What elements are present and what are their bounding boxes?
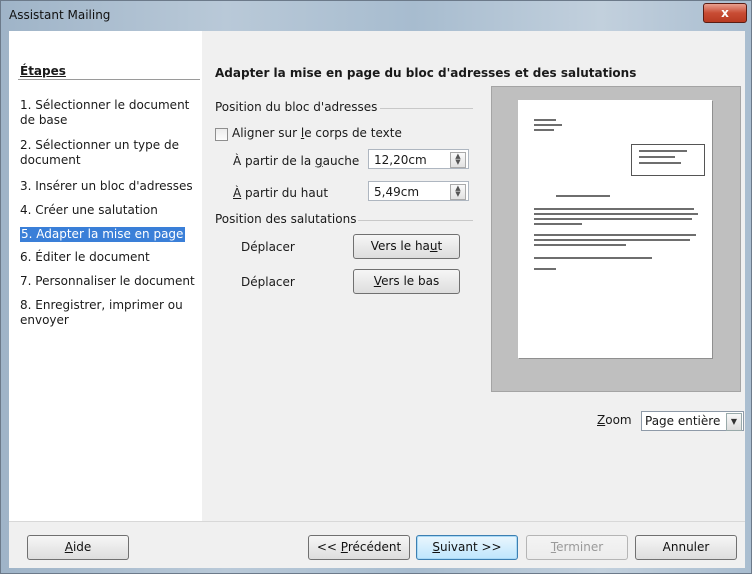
step-select-document-type[interactable]: 2. Sélectionner un type de document — [20, 138, 196, 168]
label-text: Aligner sur — [232, 126, 301, 140]
step-save-print-send[interactable]: 8. Enregistrer, imprimer ou envoyer — [20, 298, 196, 328]
step-personalize-document[interactable]: 7. Personnaliser le document — [20, 274, 196, 289]
mnemonic-letter: g — [315, 154, 323, 168]
title-bar: Assistant Mailing x — [1, 1, 752, 31]
page-heading: Adapter la mise en page du bloc d'adress… — [215, 66, 637, 80]
align-to-body-label: Aligner sur le corps de texte — [232, 126, 402, 140]
preview-salutation-line — [556, 195, 610, 197]
preview-text-line — [534, 239, 690, 241]
preview-text-line — [534, 124, 562, 126]
close-icon: x — [721, 6, 729, 20]
group-separator — [380, 108, 473, 109]
label-text: e corps de texte — [304, 126, 402, 140]
button-text: << — [316, 540, 341, 554]
zoom-label: Zoom — [597, 413, 632, 427]
step-label: 3. Insérer un bloc d'adresses — [20, 179, 193, 193]
preview-page — [518, 100, 712, 358]
preview-text-line — [534, 218, 692, 220]
button-text: récédent — [347, 540, 402, 554]
zoom-value: Page entière — [645, 414, 721, 428]
mnemonic-letter: S — [432, 540, 440, 554]
align-to-body-checkbox[interactable] — [215, 128, 228, 141]
preview-text-line — [534, 244, 626, 246]
from-left-spinbox[interactable]: 12,20cm ▲ ▼ — [368, 149, 469, 169]
step-adjust-layout[interactable]: 5. Adapter la mise en page — [20, 227, 196, 242]
preview-text-line — [534, 257, 652, 259]
cancel-button[interactable]: Annuler — [635, 535, 737, 560]
label-text: oom — [605, 413, 632, 427]
group-separator — [358, 220, 473, 221]
step-label: 4. Créer une salutation — [20, 203, 158, 217]
steps-title: Étapes — [20, 64, 66, 78]
finish-button[interactable]: Terminer — [526, 535, 628, 560]
move-up-button[interactable]: Vers le haut — [353, 234, 460, 259]
step-label: 8. Enregistrer, imprimer ou envoyer — [20, 298, 183, 327]
mnemonic-letter: Z — [597, 413, 606, 427]
from-left-value: 12,20cm — [374, 153, 427, 167]
spin-arrows-icon[interactable]: ▲ ▼ — [450, 184, 466, 200]
label-text: auche — [322, 154, 360, 168]
close-button[interactable]: x — [703, 3, 747, 23]
step-label: 7. Personnaliser le document — [20, 274, 195, 288]
label-text: À partir de la — [233, 154, 316, 168]
preview-text-line — [639, 162, 681, 164]
window-title: Assistant Mailing — [9, 8, 111, 22]
button-text: Vers le ha — [370, 239, 430, 253]
preview-text-line — [534, 234, 696, 236]
move-down-label: Déplacer — [241, 275, 295, 289]
mnemonic-letter: À — [233, 186, 242, 200]
preview-text-line — [534, 268, 556, 270]
mnemonic-letter: u — [429, 239, 438, 253]
spin-arrows-icon[interactable]: ▲ ▼ — [450, 152, 466, 168]
help-button[interactable]: Aide — [27, 535, 129, 560]
step-label: 1. Sélectionner le document de base — [20, 98, 190, 127]
step-label: 6. Éditer le document — [20, 250, 150, 264]
step-select-base-document[interactable]: 1. Sélectionner le document de base — [20, 98, 196, 128]
button-text: ers le bas — [381, 274, 440, 288]
move-up-label: Déplacer — [241, 240, 295, 254]
dialog-client: Étapes 1. Sélectionner le document de ba… — [9, 31, 745, 568]
button-text: erminer — [556, 540, 604, 554]
preview-text-line — [534, 213, 698, 215]
steps-sidebar: Étapes 1. Sélectionner le document de ba… — [9, 31, 202, 521]
step-insert-address-block[interactable]: 3. Insérer un bloc d'adresses — [20, 179, 196, 194]
move-down-button[interactable]: Vers le bas — [353, 269, 460, 294]
preview-text-line — [639, 150, 687, 152]
preview-address-block — [631, 144, 705, 176]
steps-divider — [18, 79, 200, 80]
preview-text-line — [534, 223, 582, 225]
dialog-button-bar: Aide << Précédent Suivant >> Terminer An… — [9, 521, 745, 568]
from-top-spinbox[interactable]: 5,49cm ▲ ▼ — [368, 181, 469, 201]
layout-panel: Adapter la mise en page du bloc d'adress… — [202, 31, 745, 521]
preview-text-line — [534, 129, 554, 131]
preview-text-line — [534, 119, 556, 121]
step-label: 2. Sélectionner un type de document — [20, 138, 179, 167]
document-preview[interactable] — [491, 86, 741, 392]
next-button[interactable]: Suivant >> — [416, 535, 518, 560]
from-top-label: À partir du haut — [233, 186, 328, 200]
salutation-group-title: Position des salutations — [215, 212, 357, 226]
step-create-salutation[interactable]: 4. Créer une salutation — [20, 203, 196, 218]
button-text: ide — [72, 540, 92, 554]
address-block-group-title: Position du bloc d'adresses — [215, 100, 378, 114]
mnemonic-letter: P — [340, 540, 348, 554]
button-text: uivant >> — [439, 540, 502, 554]
step-edit-document[interactable]: 6. Éditer le document — [20, 250, 196, 265]
previous-button[interactable]: << Précédent — [308, 535, 410, 560]
preview-text-line — [534, 208, 694, 210]
mnemonic-letter: V — [373, 274, 382, 288]
mnemonic-letter: A — [64, 540, 73, 554]
step-label: 5. Adapter la mise en page — [20, 227, 186, 242]
preview-text-line — [639, 156, 675, 158]
from-top-value: 5,49cm — [374, 185, 420, 199]
chevron-down-icon[interactable]: ▼ — [726, 413, 742, 431]
mailing-wizard-window: Assistant Mailing x Étapes 1. Sélectionn… — [0, 0, 752, 574]
from-left-label: À partir de la gauche — [233, 154, 359, 168]
zoom-select[interactable]: Page entière ▼ — [641, 411, 744, 431]
button-text: t — [437, 239, 443, 253]
label-text: partir du haut — [241, 186, 329, 200]
